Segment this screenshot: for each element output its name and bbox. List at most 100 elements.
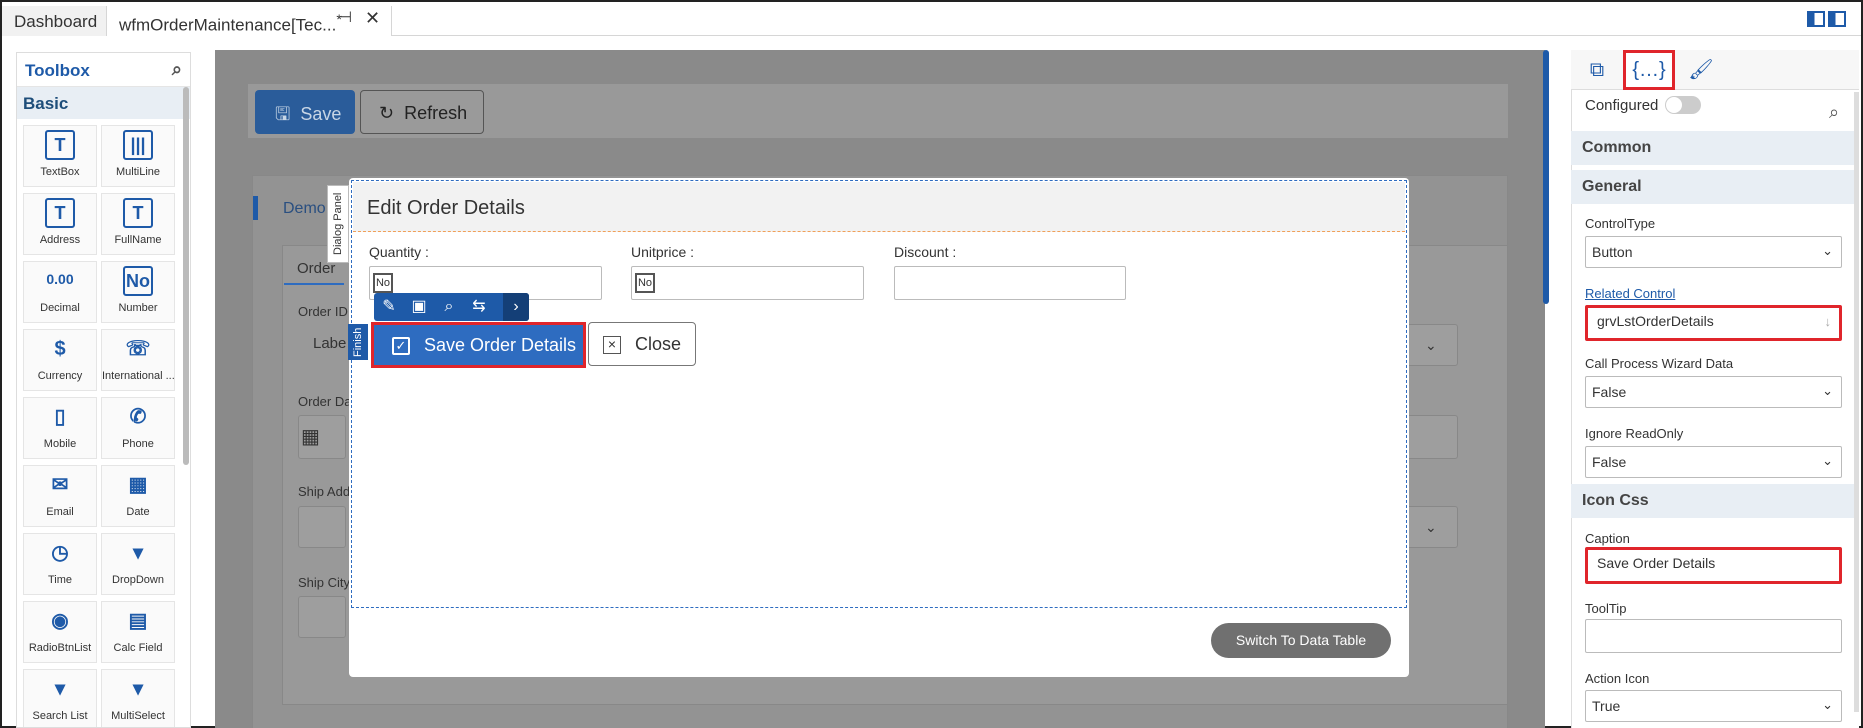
unitprice-input[interactable]: No — [631, 266, 864, 300]
toolbox-item[interactable]: ||| MultiLine — [101, 125, 175, 187]
layout-toggle-icon[interactable] — [1807, 11, 1849, 29]
number-icon: No — [123, 266, 153, 296]
calc-field-icon: ▤ — [128, 610, 148, 632]
toolbox-item[interactable]: ◉ RadioBtnList — [23, 601, 97, 663]
action-icon-select[interactable]: True ⌄ — [1585, 690, 1842, 722]
toolbox-item[interactable]: ☏ International ... — [101, 329, 175, 391]
toolbox-item-label: Decimal — [40, 302, 80, 314]
save-order-details-button[interactable]: ✓ Save Order Details — [371, 322, 586, 368]
toolbox-item[interactable]: T TextBox — [23, 125, 97, 187]
save-button[interactable]: 🖫 Save — [255, 90, 355, 134]
section-icon-css[interactable]: Icon Css — [1571, 484, 1859, 518]
chevron-right-icon[interactable]: › — [503, 293, 529, 321]
toolbox-item-label: Phone — [122, 438, 154, 450]
tab-order-maintenance-label: wfmOrderMaintenance[Tec... — [119, 15, 337, 35]
section-general[interactable]: General — [1571, 170, 1859, 204]
fullname-icon: T — [123, 198, 153, 228]
toolbox-item-label: FullName — [114, 234, 162, 246]
toolbox-item[interactable]: ▾ MultiSelect — [101, 669, 175, 727]
ignore-readonly-select[interactable]: False ⌄ — [1585, 446, 1842, 478]
canvas-scrollbar[interactable] — [1543, 50, 1549, 304]
toolbox-item-label: TextBox — [40, 166, 80, 178]
tooltip-input[interactable] — [1585, 619, 1842, 653]
refresh-button[interactable]: ↻ Refresh — [360, 90, 484, 134]
related-control-field[interactable]: grvLstOrderDetails ↓ — [1585, 305, 1842, 341]
toolbox-item[interactable]: ✉ Email — [23, 465, 97, 527]
properties-scrollbar[interactable] — [1854, 92, 1859, 712]
search-icon[interactable]: ⌕ — [1829, 102, 1839, 123]
search-icon[interactable]: ⌕ — [434, 293, 464, 321]
toolbox-item[interactable]: ▾ Search List — [23, 669, 97, 727]
background-label-placeholder: Labe — [313, 335, 347, 352]
toolbox-item[interactable]: 0.00 Decimal — [23, 261, 97, 323]
address-icon: T — [45, 198, 75, 228]
section-common[interactable]: Common — [1571, 131, 1859, 165]
textbox-icon: T — [45, 130, 75, 160]
tab-dashboard[interactable]: Dashboard — [2, 6, 107, 36]
toolbox-item-label: Time — [47, 574, 73, 586]
background-ship-address-field — [298, 506, 346, 548]
close-button[interactable]: × Close — [588, 322, 696, 366]
properties-icon[interactable]: ▣ — [404, 293, 434, 321]
related-control-label[interactable]: Related Control — [1585, 286, 1675, 301]
toolbox-item-label: Mobile — [43, 438, 77, 450]
pin-icon[interactable]: ⊣ — [339, 8, 352, 26]
code-tab-icon[interactable]: {…} — [1623, 50, 1675, 90]
discount-input[interactable] — [894, 266, 1126, 300]
toolbox-item[interactable]: ◷ Time — [23, 533, 97, 595]
currency-icon: $ — [54, 338, 66, 360]
toolbox-item[interactable]: ▤ Calc Field — [101, 601, 175, 663]
toolbox-items: T TextBox ||| MultiLine T Address T FullName 0.0… — [17, 119, 190, 727]
toolbox-item-label: Email — [46, 506, 74, 518]
multiselect-icon: ▾ — [132, 678, 144, 700]
caption-input[interactable]: Save Order Details — [1585, 547, 1842, 584]
call-process-select[interactable]: False ⌄ — [1585, 376, 1842, 408]
finish-tag[interactable]: Finish — [348, 324, 368, 360]
layout-tab-icon[interactable]: ⧉ — [1571, 50, 1623, 90]
background-date-field: ▦ — [298, 415, 346, 459]
tab-order-maintenance[interactable]: wfmOrderMaintenance[Tec...* ⊣ ✕ — [107, 6, 392, 36]
toolbox-item[interactable]: T FullName — [101, 193, 175, 255]
control-type-select[interactable]: Button ⌄ — [1585, 236, 1842, 268]
dialog-title: Edit Order Details — [353, 182, 1405, 232]
background-date-field-end — [1402, 415, 1458, 459]
toolbox-item-label: Search List — [32, 710, 88, 722]
chevron-down-icon: ⌄ — [1822, 243, 1833, 258]
tab-dashboard-label: Dashboard — [14, 12, 98, 31]
properties-tabs: ⧉ {…} 🖌 — [1571, 50, 1859, 90]
dialog-panel-tag[interactable]: Dialog Panel — [327, 185, 349, 263]
configured-label: Configured — [1585, 97, 1659, 114]
international-phone-icon: ☏ — [125, 338, 151, 360]
swap-arrows-icon[interactable]: ⇆ — [464, 293, 494, 321]
toolbox-item-label: International ... — [102, 370, 175, 382]
toolbox-item[interactable]: ▾ DropDown — [101, 533, 175, 595]
close-tab-icon[interactable]: ✕ — [365, 8, 380, 29]
switch-to-data-table-button[interactable]: Switch To Data Table — [1211, 623, 1391, 658]
search-icon[interactable]: ⌕ — [172, 59, 182, 80]
refresh-icon: ↻ — [379, 103, 395, 123]
caption-label: Caption — [1585, 531, 1630, 546]
edit-pencil-icon[interactable]: ✎ — [374, 293, 404, 321]
configured-toggle[interactable] — [1665, 96, 1701, 114]
arrow-down-icon: ↓ — [1824, 314, 1832, 329]
background-label-order-id: Order ID — [298, 304, 348, 319]
checkbox-icon: ✓ — [392, 337, 410, 355]
toolbox-item[interactable]: $ Currency — [23, 329, 97, 391]
toolbox-item[interactable]: ▦ Date — [101, 465, 175, 527]
brush-tab-icon[interactable]: 🖌 — [1675, 50, 1727, 90]
toolbox-section-basic[interactable]: Basic — [17, 87, 190, 119]
calendar-icon: ▦ — [301, 426, 320, 448]
toolbox-item[interactable]: No Number — [101, 261, 175, 323]
search-list-icon: ▾ — [54, 678, 66, 700]
toolbox-scrollbar[interactable] — [183, 87, 189, 465]
toolbox-item[interactable]: ✆ Phone — [101, 397, 175, 459]
decimal-icon: 0.00 — [46, 271, 74, 287]
toolbox-header: Toolbox ⌕ — [17, 53, 190, 87]
mobile-icon: ▯ — [54, 406, 66, 428]
background-ship-city-field — [298, 596, 346, 638]
toolbox-item[interactable]: ▯ Mobile — [23, 397, 97, 459]
toolbox-item-label: Address — [39, 234, 81, 246]
toolbox-item-label: MultiLine — [115, 166, 161, 178]
toolbox-item[interactable]: T Address — [23, 193, 97, 255]
toolbox-item-label: DropDown — [112, 574, 164, 586]
